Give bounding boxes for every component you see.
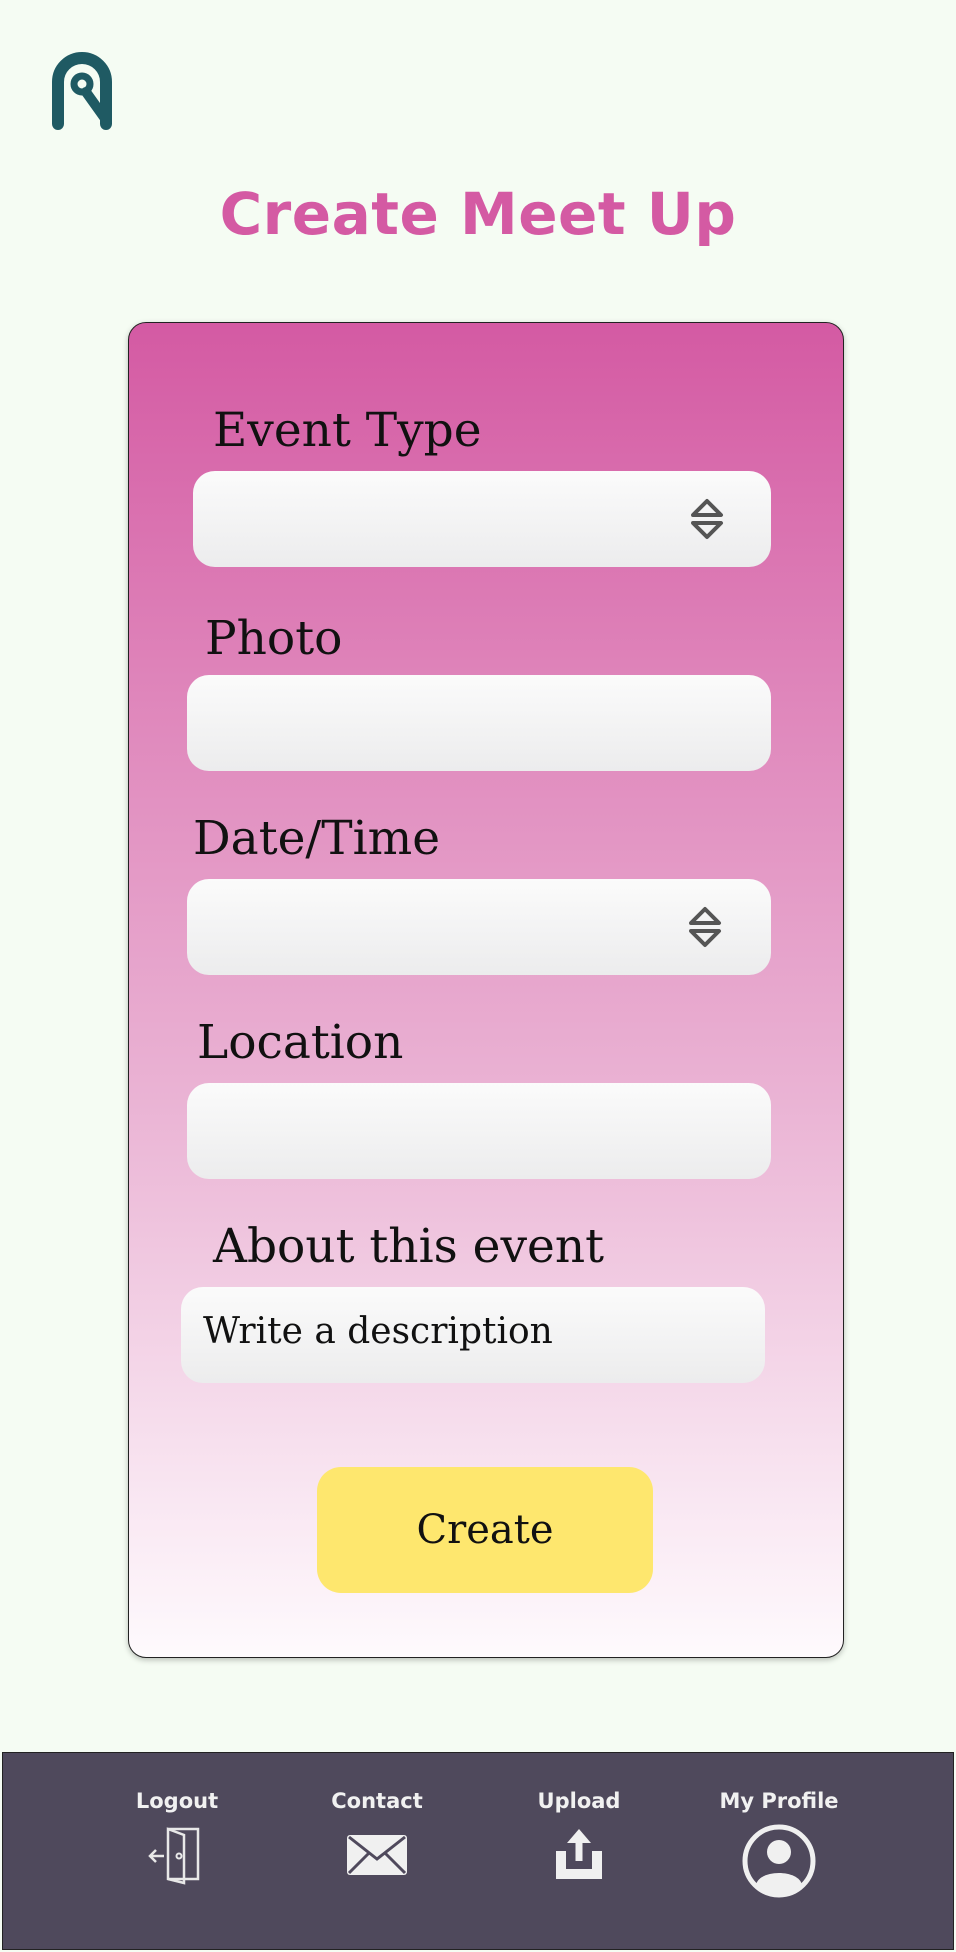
page-title: Create Meet Up — [219, 180, 737, 248]
location-label: Location — [197, 1015, 404, 1070]
photo-label: Photo — [205, 611, 343, 666]
location-field[interactable] — [187, 1083, 771, 1179]
about-label: About this event — [213, 1219, 605, 1274]
nav-contact[interactable]: Contact — [297, 1789, 457, 1885]
nav-upload[interactable]: Upload — [499, 1789, 659, 1885]
description-field[interactable]: Write a description — [181, 1287, 765, 1383]
logout-door-icon — [148, 1827, 200, 1885]
nav-contact-label: Contact — [331, 1789, 423, 1813]
brand-logo-icon[interactable] — [48, 48, 116, 132]
envelope-icon — [347, 1835, 407, 1875]
nav-logout-label: Logout — [135, 1789, 219, 1813]
nav-my-profile-label: My Profile — [719, 1789, 839, 1813]
description-placeholder: Write a description — [203, 1311, 553, 1352]
nav-logout[interactable]: Logout — [97, 1789, 257, 1885]
create-meetup-form: Event Type Photo Date/Time Location Abou… — [128, 322, 844, 1658]
photo-field[interactable] — [187, 675, 771, 771]
date-time-select[interactable] — [187, 879, 771, 975]
stepper-icon — [689, 907, 721, 947]
event-type-select[interactable] — [193, 471, 771, 567]
nav-upload-label: Upload — [537, 1789, 621, 1813]
profile-icon — [742, 1824, 816, 1898]
upload-icon — [556, 1829, 602, 1879]
bottom-nav: Logout Contact Upload My Profile — [2, 1752, 954, 1950]
nav-my-profile[interactable]: My Profile — [699, 1789, 859, 1899]
date-time-label: Date/Time — [193, 811, 441, 866]
stepper-icon — [691, 499, 723, 539]
event-type-label: Event Type — [213, 403, 482, 458]
create-button[interactable]: Create — [317, 1467, 653, 1593]
